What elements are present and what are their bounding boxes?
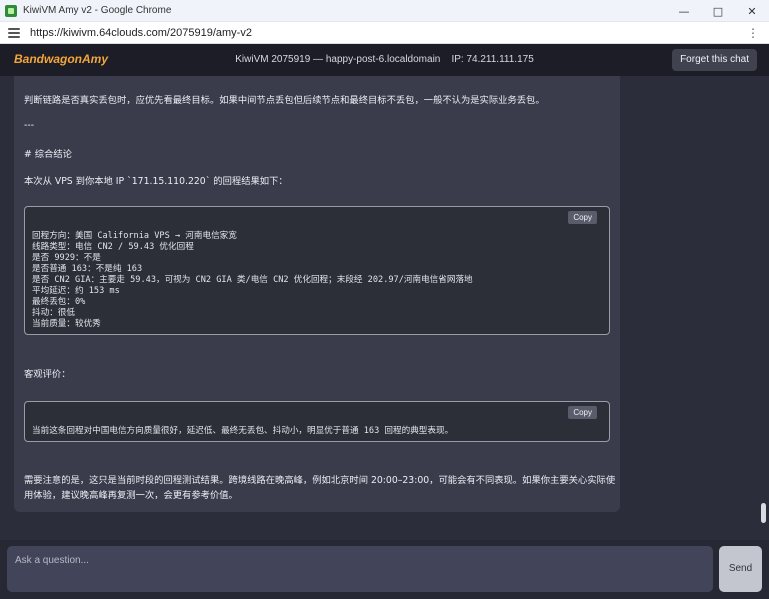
close-button[interactable]: ✕ [735, 0, 769, 22]
window-title: KiwiVM Amy v2 - Google Chrome [23, 5, 172, 16]
chat-area[interactable]: 判断链路是否真实丢包时，应优先看最终目标。如果中间节点丢包但后续节点和最终目标不… [0, 76, 769, 540]
minimize-button[interactable]: — [667, 0, 701, 22]
assistant-message: 判断链路是否真实丢包时，应优先看最终目标。如果中间节点丢包但后续节点和最终目标不… [14, 76, 620, 512]
window-titlebar: KiwiVM Amy v2 - Google Chrome — □ ✕ [0, 0, 769, 22]
message-paragraph: 客观评价： [24, 369, 71, 380]
app-header: BandwagonAmy KiwiVM 2075919 — happy-post… [0, 44, 769, 76]
server-info: KiwiVM 2075919 — happy-post-6.localdomai… [235, 54, 534, 65]
window-controls: — □ ✕ [667, 0, 769, 22]
maximize-button[interactable]: □ [701, 0, 735, 22]
site-settings-icon[interactable] [8, 27, 20, 38]
scrollbar-thumb[interactable] [761, 503, 766, 523]
input-placeholder: Ask a question... [15, 555, 89, 566]
code-block: Copy 当前这条回程对中国电信方向质量很好，延迟低、最终无丢包、抖动小，明显优… [24, 401, 610, 442]
code-line: 当前质量：较优秀 [32, 319, 101, 329]
more-options-icon[interactable]: ⋮ [747, 26, 759, 40]
code-block: Copy 回程方向：美国 California VPS → 河南电信家宽 线路类… [24, 206, 610, 335]
app-icon [5, 4, 17, 17]
send-button[interactable]: Send [719, 546, 762, 592]
message-paragraph: 需要注意的是，这只是当前时段的回程测试结果。跨境线路在晚高峰，例如北京时间 20… [24, 475, 616, 486]
address-bar: https://kiwivm.64clouds.com/2075919/amy-… [0, 22, 769, 44]
url-field[interactable]: https://kiwivm.64clouds.com/2075919/amy-… [30, 27, 252, 39]
message-paragraph: 判断链路是否真实丢包时，应优先看最终目标。如果中间节点丢包但后续节点和最终目标不… [24, 95, 545, 106]
code-line: 当前这条回程对中国电信方向质量很好，延迟低、最终无丢包、抖动小，明显优于普通 1… [32, 426, 454, 436]
copy-button[interactable]: Copy [568, 211, 597, 224]
composer: Ask a question... Send [0, 540, 769, 599]
copy-button[interactable]: Copy [568, 406, 597, 419]
question-input[interactable]: Ask a question... [7, 546, 713, 592]
horizontal-rule-text: --- [24, 120, 35, 131]
section-heading: # 综合结论 [24, 149, 72, 160]
message-paragraph: 本次从 VPS 到你本地 IP `171.15.110.220` 的回程结果如下… [24, 176, 288, 187]
message-paragraph: 用体验，建议晚高峰再复测一次，会更有参考价值。 [24, 490, 238, 501]
forget-chat-button[interactable]: Forget this chat [672, 49, 757, 71]
